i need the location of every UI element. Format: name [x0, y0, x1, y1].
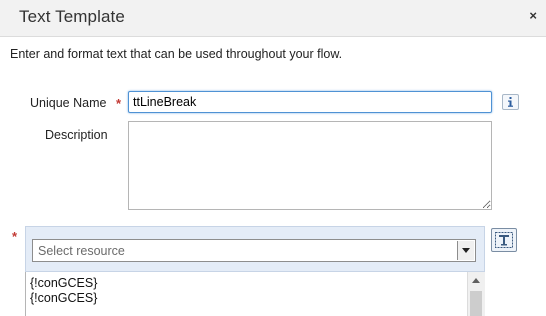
template-text-editor[interactable]: {!conGCES} {!conGCES}: [25, 272, 485, 316]
description-textarea[interactable]: [128, 121, 492, 210]
required-indicator: *: [116, 96, 122, 111]
intro-text: Enter and format text that can be used t…: [10, 47, 343, 61]
editor-line: {!conGCES}: [30, 291, 98, 305]
unique-name-input[interactable]: [128, 91, 492, 113]
editor-scrollbar[interactable]: [467, 272, 485, 316]
dialog-header: Text Template ×: [0, 0, 546, 37]
dropdown-button[interactable]: [457, 241, 474, 260]
text-format-icon: [495, 232, 513, 248]
info-button[interactable]: [502, 94, 519, 110]
text-format-button[interactable]: [491, 228, 517, 252]
required-indicator: *: [12, 229, 18, 244]
info-icon: [508, 97, 513, 107]
unique-name-label: Unique Name: [30, 96, 107, 110]
dialog-title: Text Template: [19, 7, 125, 26]
resource-select-placeholder: Select resource: [38, 244, 125, 258]
chevron-down-icon: [462, 248, 470, 253]
close-button[interactable]: ×: [529, 8, 537, 23]
scroll-up-button[interactable]: [468, 272, 485, 289]
resource-select[interactable]: Select resource: [32, 239, 476, 262]
editor-line: {!conGCES}: [30, 276, 98, 290]
scroll-thumb[interactable]: [470, 291, 482, 316]
arrow-up-icon: [472, 278, 480, 283]
description-label: Description: [45, 128, 108, 142]
